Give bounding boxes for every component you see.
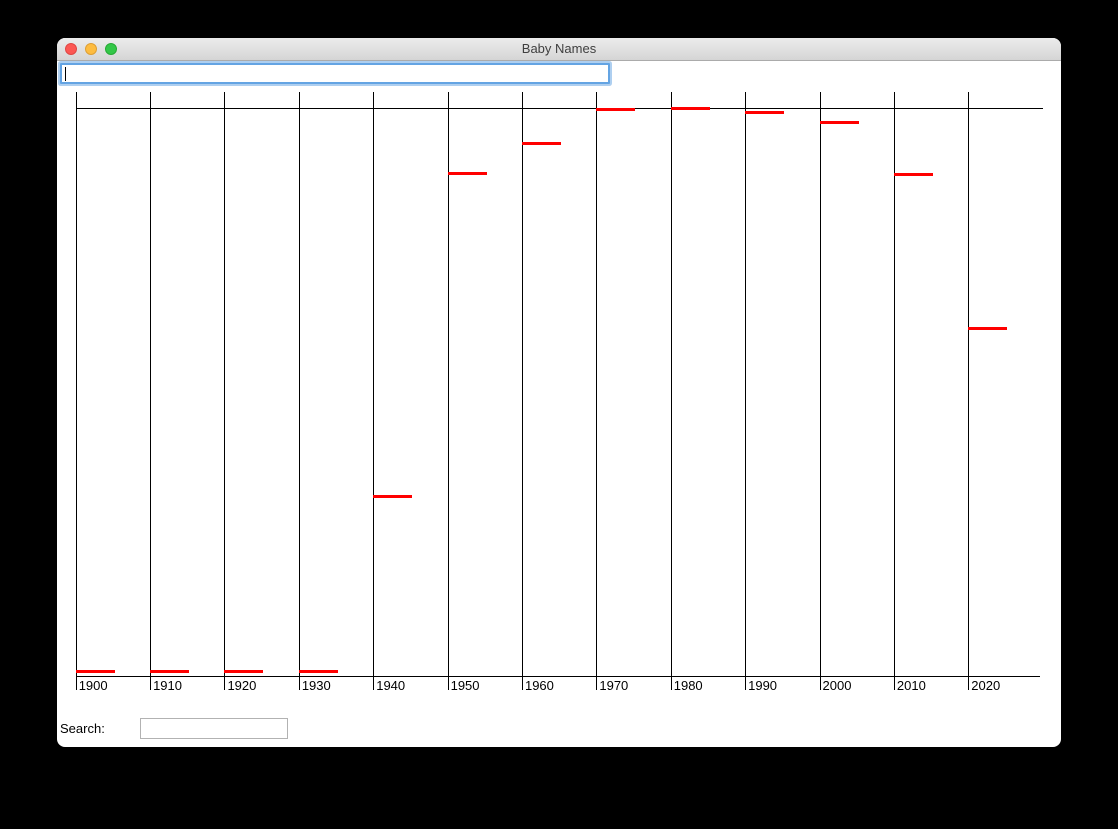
decade-gridline: [76, 92, 77, 690]
x-tick-label: 1920: [227, 678, 256, 693]
decade-gridline: [745, 92, 746, 690]
decade-rank-chart: 1900 1910 1920 1930 1940 1950 1960 1970 1980 1990…: [57, 38, 1061, 747]
rank-dash-marker: [224, 670, 263, 673]
title-bar[interactable]: Baby Names: [57, 38, 1061, 61]
window-title: Baby Names: [57, 38, 1061, 60]
rank-dash-marker: [671, 107, 710, 110]
decade-gridline: [224, 92, 225, 690]
search-input[interactable]: [140, 718, 288, 739]
x-tick-label: 2000: [823, 678, 852, 693]
rank-dash-marker: [76, 670, 115, 673]
decade-gridline: [894, 92, 895, 690]
rank-dash-marker: [820, 121, 859, 124]
top-reference-line: [76, 108, 1043, 109]
decade-gridline: [968, 92, 969, 690]
rank-dash-marker: [596, 108, 635, 111]
decade-gridline: [820, 92, 821, 690]
rank-dash-marker: [522, 142, 561, 145]
x-tick-label: 1970: [599, 678, 628, 693]
decade-gridline: [448, 92, 449, 690]
x-tick-label: 1930: [302, 678, 331, 693]
x-tick-label: 1960: [525, 678, 554, 693]
rank-dash-marker: [894, 173, 933, 176]
text-cursor: [65, 67, 66, 81]
name-input[interactable]: [60, 63, 610, 84]
x-tick-label: 2020: [971, 678, 1000, 693]
x-tick-label: 1950: [451, 678, 480, 693]
decade-gridline: [522, 92, 523, 690]
rank-dash-marker: [150, 670, 189, 673]
x-tick-label: 1990: [748, 678, 777, 693]
x-tick-label: 1980: [674, 678, 703, 693]
decade-gridline: [373, 92, 374, 690]
rank-dash-marker: [373, 495, 412, 498]
rank-dash-marker: [299, 670, 338, 673]
x-tick-label: 1940: [376, 678, 405, 693]
rank-dash-marker: [745, 111, 784, 114]
x-axis-line: [76, 676, 1040, 677]
decade-gridline: [299, 92, 300, 690]
x-tick-label: 1910: [153, 678, 182, 693]
rank-dash-marker: [968, 327, 1007, 330]
decade-gridline: [596, 92, 597, 690]
x-tick-label: 1900: [79, 678, 108, 693]
decade-gridline: [150, 92, 151, 690]
search-label: Search:: [60, 721, 105, 736]
rank-dash-marker: [448, 172, 487, 175]
app-window: Baby Names 19001910192019301940195019601…: [57, 38, 1061, 747]
x-tick-label: 2010: [897, 678, 926, 693]
decade-gridline: [671, 92, 672, 690]
